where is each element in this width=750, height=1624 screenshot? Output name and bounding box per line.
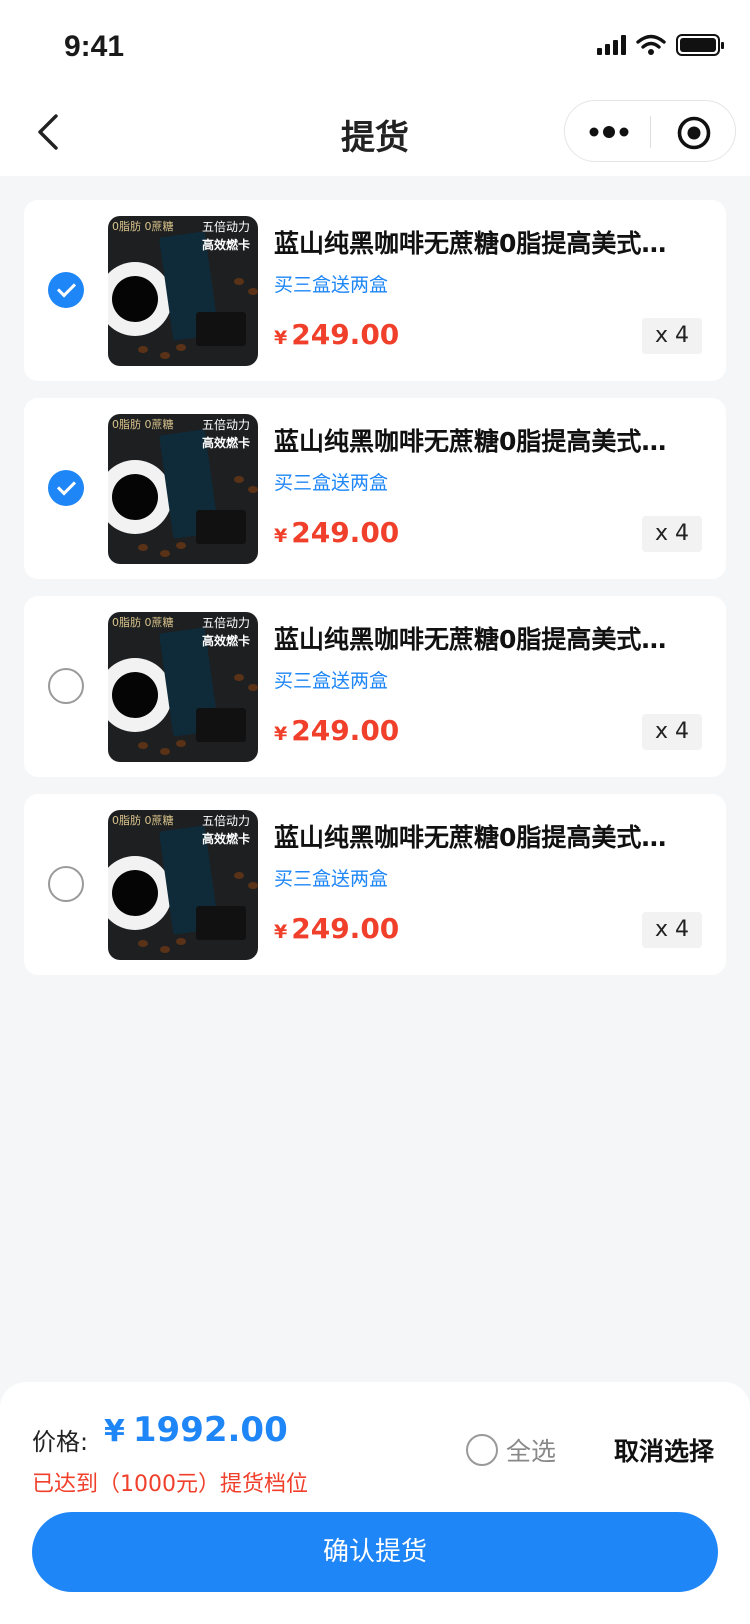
wifi-icon — [636, 34, 666, 55]
product-card[interactable]: 0脂肪 0蔗糖 五倍动力 高效燃卡 蓝山纯黑咖啡无蔗糖0脂提高美式咖啡粉 买三盒送… — [24, 200, 726, 381]
item-checkbox[interactable] — [48, 668, 84, 704]
cancel-selection-button[interactable]: 取消选择 — [614, 1432, 714, 1468]
product-image-slogan: 五倍动力 高效燃卡 — [201, 616, 250, 648]
select-all-radio[interactable] — [466, 1434, 498, 1466]
product-price: ¥249.00 — [274, 318, 400, 351]
quantity-badge: x 4 — [642, 912, 702, 948]
confirm-pickup-button[interactable]: 确认提货 — [32, 1512, 718, 1592]
product-card[interactable]: 0脂肪 0蔗糖 五倍动力 高效燃卡 蓝山纯黑咖啡无蔗糖0脂提高美式咖啡粉 买三盒送… — [24, 794, 726, 975]
close-target-icon[interactable] — [677, 116, 711, 150]
product-title: 蓝山纯黑咖啡无蔗糖0脂提高美式咖啡粉 — [274, 229, 684, 258]
product-title: 蓝山纯黑咖啡无蔗糖0脂提高美式咖啡粉 — [274, 823, 684, 852]
total-price: ¥1992.00 — [104, 1410, 288, 1450]
product-image: 0脂肪 0蔗糖 五倍动力 高效燃卡 — [108, 414, 258, 564]
promo-text: 买三盒送两盒 — [274, 868, 389, 890]
mini-program-capsule — [564, 100, 736, 162]
product-card[interactable]: 0脂肪 0蔗糖 五倍动力 高效燃卡 蓝山纯黑咖啡无蔗糖0脂提高美式咖啡粉 买三盒送… — [24, 398, 726, 579]
nav-bar: 提货 — [0, 88, 750, 176]
product-image-tag: 0脂肪 0蔗糖 — [112, 814, 174, 827]
item-checkbox[interactable] — [48, 470, 84, 506]
product-price: ¥249.00 — [274, 516, 400, 549]
product-image-tag: 0脂肪 0蔗糖 — [112, 220, 174, 233]
tier-note: 已达到（1000元）提货档位 — [32, 1472, 308, 1497]
promo-text: 买三盒送两盒 — [274, 670, 389, 692]
product-image-tag: 0脂肪 0蔗糖 — [112, 616, 174, 629]
capsule-divider — [650, 116, 651, 148]
quantity-badge: x 4 — [642, 318, 702, 354]
checkout-bar: 价格: ¥1992.00 已达到（1000元）提货档位 全选 取消选择 确认提货 — [0, 1382, 750, 1624]
quantity-badge: x 4 — [642, 714, 702, 750]
product-price: ¥249.00 — [274, 912, 400, 945]
item-checkbox[interactable] — [48, 272, 84, 308]
product-image: 0脂肪 0蔗糖 五倍动力 高效燃卡 — [108, 216, 258, 366]
product-card[interactable]: 0脂肪 0蔗糖 五倍动力 高效燃卡 蓝山纯黑咖啡无蔗糖0脂提高美式咖啡粉 买三盒送… — [24, 596, 726, 777]
select-all-label[interactable]: 全选 — [506, 1432, 556, 1468]
status-time: 9:41 — [64, 30, 125, 63]
product-title: 蓝山纯黑咖啡无蔗糖0脂提高美式咖啡粉 — [274, 427, 684, 456]
item-checkbox[interactable] — [48, 866, 84, 902]
product-image-slogan: 五倍动力 高效燃卡 — [201, 220, 250, 252]
product-list: 0脂肪 0蔗糖 五倍动力 高效燃卡 蓝山纯黑咖啡无蔗糖0脂提高美式咖啡粉 买三盒送… — [24, 200, 726, 992]
quantity-badge: x 4 — [642, 516, 702, 552]
battery-icon — [676, 34, 724, 56]
status-icons — [597, 34, 724, 56]
product-image-slogan: 五倍动力 高效燃卡 — [201, 418, 250, 450]
signal-icon — [597, 35, 626, 55]
product-title: 蓝山纯黑咖啡无蔗糖0脂提高美式咖啡粉 — [274, 625, 684, 654]
product-image-tag: 0脂肪 0蔗糖 — [112, 418, 174, 431]
product-price: ¥249.00 — [274, 714, 400, 747]
status-bar: 9:41 — [0, 0, 750, 88]
promo-text: 买三盒送两盒 — [274, 274, 389, 296]
promo-text: 买三盒送两盒 — [274, 472, 389, 494]
more-dots-icon[interactable] — [587, 119, 631, 145]
price-label: 价格: — [32, 1428, 89, 1456]
product-image: 0脂肪 0蔗糖 五倍动力 高效燃卡 — [108, 612, 258, 762]
product-image-slogan: 五倍动力 高效燃卡 — [201, 814, 250, 846]
product-image: 0脂肪 0蔗糖 五倍动力 高效燃卡 — [108, 810, 258, 960]
